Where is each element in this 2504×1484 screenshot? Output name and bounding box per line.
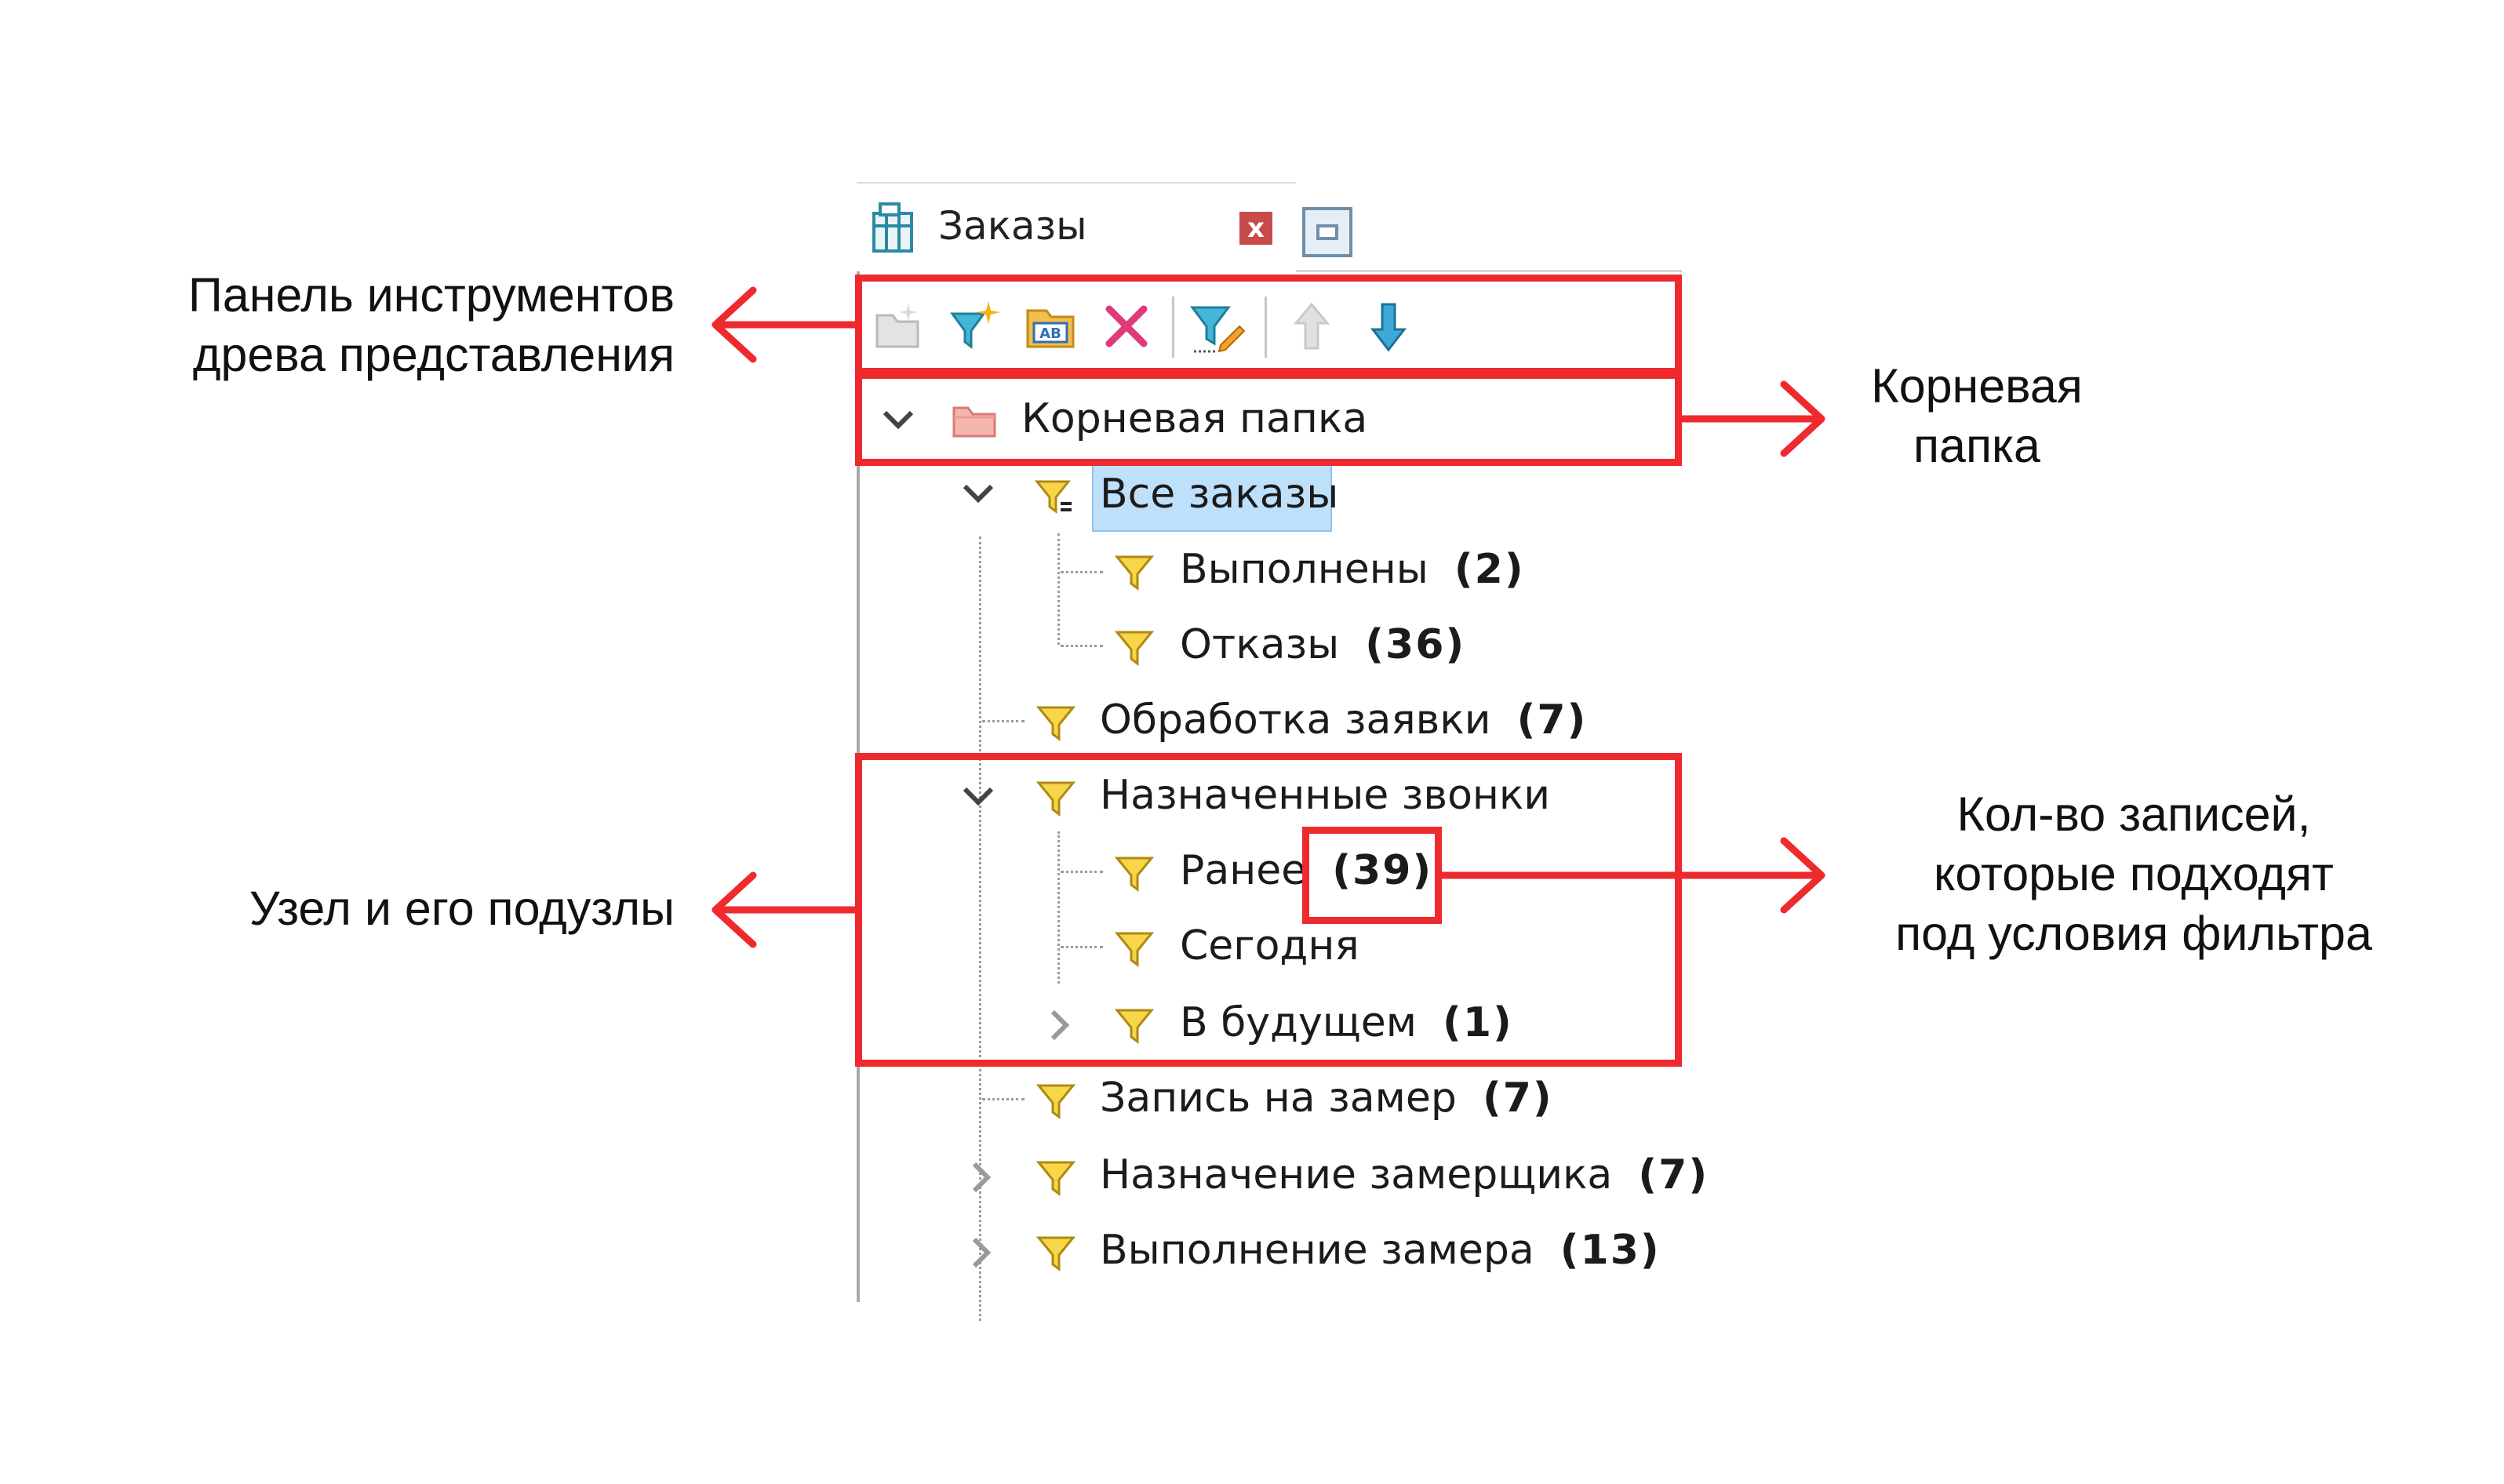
annotation-arrows — [712, 286, 1825, 948]
